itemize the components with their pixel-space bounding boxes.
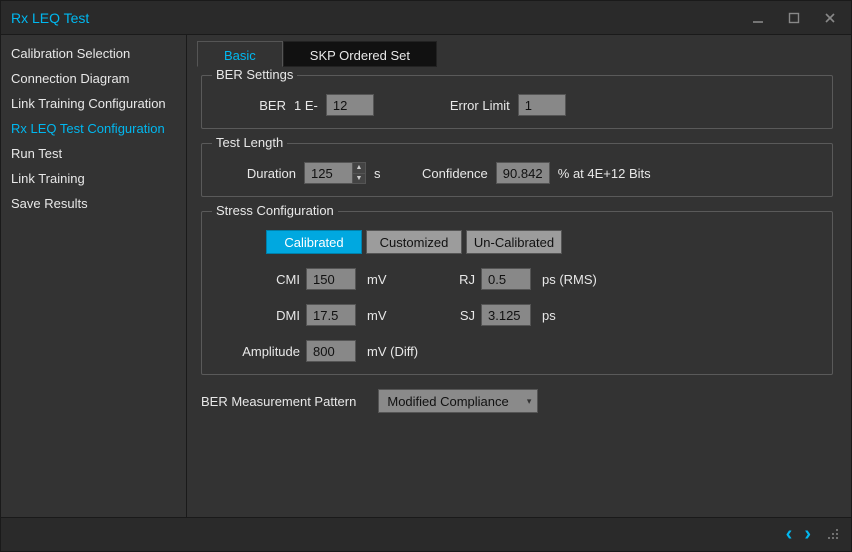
sj-label: SJ (421, 308, 481, 323)
sidebar-item-rx-leq-test-configuration[interactable]: Rx LEQ Test Configuration (1, 116, 186, 141)
cmi-label: CMI (216, 272, 306, 287)
legend-stress: Stress Configuration (212, 203, 338, 218)
ber-label: BER (216, 98, 286, 113)
legend-test-length: Test Length (212, 135, 287, 150)
stress-mode-segment: Calibrated Customized Un-Calibrated (266, 230, 818, 254)
amplitude-label: Amplitude (216, 344, 306, 359)
ber-pattern-combo[interactable]: Modified Compliance ▾ (378, 389, 538, 413)
main-panel: Basic SKP Ordered Set BER Settings BER 1… (187, 35, 851, 517)
minimize-button[interactable] (751, 11, 769, 25)
ber-pattern-value: Modified Compliance (387, 394, 508, 409)
cmi-unit: mV (361, 272, 421, 287)
stress-mode-uncalibrated[interactable]: Un-Calibrated (466, 230, 562, 254)
window-title: Rx LEQ Test (11, 10, 89, 26)
amplitude-input[interactable] (306, 340, 356, 362)
close-button[interactable] (823, 11, 841, 25)
ber-prefix: 1 E- (294, 98, 318, 113)
rj-label: RJ (421, 272, 481, 287)
nav-prev-button[interactable]: ‹ (784, 523, 795, 546)
rj-input[interactable] (481, 268, 531, 290)
amplitude-unit: mV (Diff) (361, 344, 421, 359)
ber-pattern-label: BER Measurement Pattern (201, 394, 356, 409)
footer: ‹ › (1, 517, 851, 551)
duration-unit: s (374, 166, 388, 181)
sidebar-item-calibration-selection[interactable]: Calibration Selection (1, 41, 186, 66)
group-test-length: Test Length Duration ▲ ▼ s Confidence % (201, 143, 833, 197)
tab-bar: Basic SKP Ordered Set (187, 35, 851, 67)
stress-mode-calibrated[interactable]: Calibrated (266, 230, 362, 254)
dmi-unit: mV (361, 308, 421, 323)
resize-grip[interactable] (827, 528, 841, 542)
sj-unit: ps (536, 308, 606, 323)
duration-step-down[interactable]: ▼ (353, 174, 365, 184)
sidebar: Calibration Selection Connection Diagram… (1, 35, 187, 517)
dmi-input[interactable] (306, 304, 356, 326)
tab-skp-ordered-set[interactable]: SKP Ordered Set (283, 41, 437, 67)
group-ber-settings: BER Settings BER 1 E- Error Limit (201, 75, 833, 129)
sidebar-item-save-results[interactable]: Save Results (1, 191, 186, 216)
sidebar-item-link-training[interactable]: Link Training (1, 166, 186, 191)
maximize-button[interactable] (787, 11, 805, 25)
ber-exponent-input[interactable] (326, 94, 374, 116)
chevron-down-icon: ▾ (527, 396, 532, 407)
legend-ber-settings: BER Settings (212, 67, 297, 82)
sidebar-item-link-training-configuration[interactable]: Link Training Configuration (1, 91, 186, 116)
dmi-label: DMI (216, 308, 306, 323)
confidence-label: Confidence (422, 166, 488, 181)
window-controls (751, 11, 841, 25)
cmi-input[interactable] (306, 268, 356, 290)
confidence-input[interactable] (496, 162, 550, 184)
error-limit-input[interactable] (518, 94, 566, 116)
stress-mode-customized[interactable]: Customized (366, 230, 462, 254)
sidebar-item-connection-diagram[interactable]: Connection Diagram (1, 66, 186, 91)
titlebar: Rx LEQ Test (1, 1, 851, 35)
sidebar-item-run-test[interactable]: Run Test (1, 141, 186, 166)
duration-input[interactable] (304, 162, 352, 184)
duration-step-up[interactable]: ▲ (353, 163, 365, 174)
error-limit-label: Error Limit (450, 98, 510, 113)
tab-basic[interactable]: Basic (197, 41, 283, 67)
duration-spinner[interactable]: ▲ ▼ (304, 162, 366, 184)
sj-input[interactable] (481, 304, 531, 326)
rj-unit: ps (RMS) (536, 272, 606, 287)
group-stress-configuration: Stress Configuration Calibrated Customiz… (201, 211, 833, 375)
duration-label: Duration (216, 166, 296, 181)
confidence-suffix: % at 4E+12 Bits (558, 166, 651, 181)
nav-next-button[interactable]: › (802, 523, 813, 546)
